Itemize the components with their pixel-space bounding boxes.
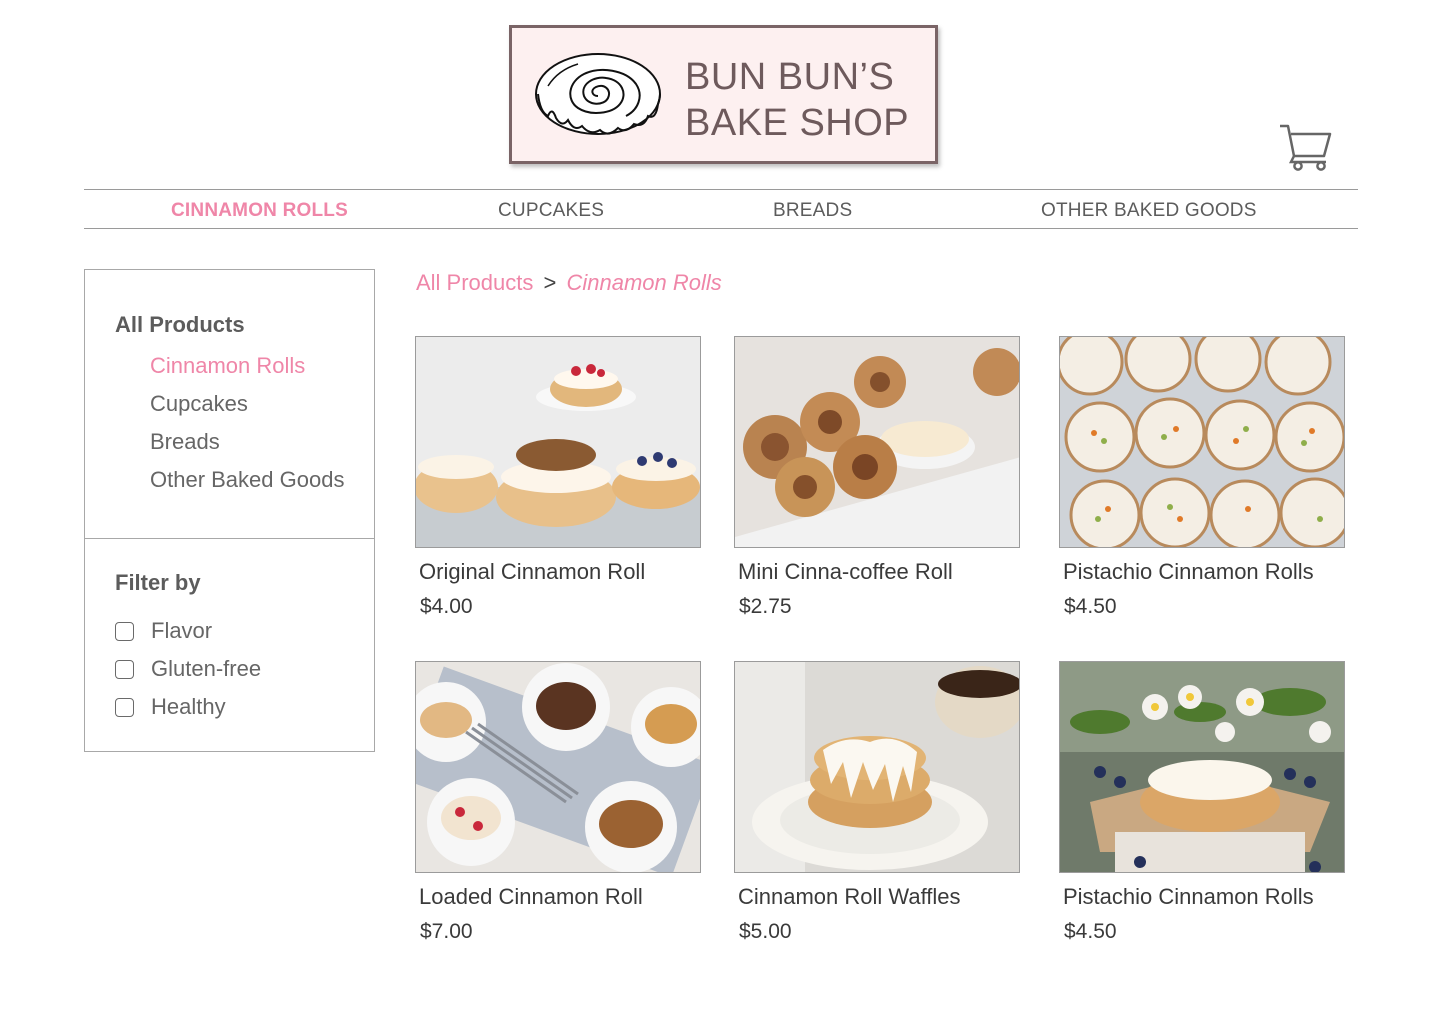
main-nav: CINNAMON ROLLS CUPCAKES BREADS OTHER BAK…	[84, 189, 1358, 229]
cinnamon-roll-icon	[535, 53, 661, 135]
nav-item-breads[interactable]: BREADS	[773, 200, 852, 222]
filter-label: Gluten-free	[151, 656, 262, 681]
shopping-cart-icon[interactable]	[1278, 122, 1332, 172]
nav-item-cupcakes[interactable]: CUPCAKES	[498, 200, 604, 222]
product-price: $2.75	[739, 595, 792, 618]
product-card[interactable]: Pistachio Cinnamon Rolls $4.50	[1059, 336, 1345, 618]
product-price: $5.00	[739, 920, 792, 943]
sidebar-item-other-baked-goods[interactable]: Other Baked Goods	[150, 467, 344, 493]
product-image[interactable]	[415, 661, 701, 873]
product-price: $4.50	[1064, 595, 1117, 618]
filter-label: Flavor	[151, 618, 213, 643]
product-card[interactable]: Original Cinnamon Roll $4.00	[415, 336, 701, 618]
breadcrumb-separator: >	[543, 270, 557, 295]
product-card[interactable]: Pistachio Cinnamon Rolls $4.50	[1059, 661, 1345, 943]
product-name[interactable]: Original Cinnamon Roll	[419, 559, 645, 585]
product-price: $7.00	[420, 920, 473, 943]
product-image[interactable]	[1059, 336, 1345, 548]
cinnamon-roll-photo	[1060, 662, 1344, 872]
filter-flavor[interactable]: Flavor	[115, 618, 212, 644]
sidebar-item-cinnamon-rolls[interactable]: Cinnamon Rolls	[150, 353, 305, 379]
waffle-photo	[735, 662, 1019, 872]
product-image[interactable]	[734, 336, 1020, 548]
brand-name-line1: BUN BUN’S	[685, 56, 895, 98]
flavor-checkbox[interactable]	[115, 621, 134, 641]
nav-item-other-baked-goods[interactable]: OTHER BAKED GOODS	[1041, 200, 1257, 222]
sidebar-divider	[85, 538, 374, 539]
filter-gluten-free[interactable]: Gluten-free	[115, 656, 261, 682]
healthy-checkbox[interactable]	[115, 697, 134, 717]
product-card[interactable]: Mini Cinna-coffee Roll $2.75	[734, 336, 1020, 618]
product-name[interactable]: Pistachio Cinnamon Rolls	[1063, 559, 1314, 585]
product-image[interactable]	[734, 661, 1020, 873]
product-card[interactable]: Cinnamon Roll Waffles $5.00	[734, 661, 1020, 943]
product-name[interactable]: Pistachio Cinnamon Rolls	[1063, 884, 1314, 910]
cinnamon-roll-photo	[416, 337, 700, 547]
sidebar-item-breads[interactable]: Breads	[150, 429, 220, 455]
product-price: $4.50	[1064, 920, 1117, 943]
product-card[interactable]: Loaded Cinnamon Roll $7.00	[415, 661, 701, 943]
product-price: $4.00	[420, 595, 473, 618]
breadcrumb-all-products[interactable]: All Products	[416, 270, 533, 295]
brand-name-line2: BAKE SHOP	[685, 102, 910, 144]
cinnamon-roll-photo	[416, 662, 700, 872]
product-image[interactable]	[1059, 661, 1345, 873]
sidebar-heading-all-products[interactable]: All Products	[115, 312, 245, 338]
product-image[interactable]	[415, 336, 701, 548]
filter-healthy[interactable]: Healthy	[115, 694, 226, 720]
breadcrumb: All Products > Cinnamon Rolls	[416, 270, 722, 296]
filter-heading: Filter by	[115, 570, 201, 595]
sidebar: All Products Cinnamon Rolls Cupcakes Bre…	[84, 269, 375, 752]
cinnamon-roll-photo	[1060, 337, 1344, 547]
sidebar-item-cupcakes[interactable]: Cupcakes	[150, 391, 248, 417]
product-name[interactable]: Cinnamon Roll Waffles	[738, 884, 961, 910]
product-name[interactable]: Mini Cinna-coffee Roll	[738, 559, 953, 585]
gluten-free-checkbox[interactable]	[115, 659, 134, 679]
cinnamon-roll-photo	[735, 337, 1019, 547]
brand-logo[interactable]: BUN BUN’S BAKE SHOP	[509, 25, 938, 164]
product-name[interactable]: Loaded Cinnamon Roll	[419, 884, 643, 910]
filter-label: Healthy	[151, 694, 226, 719]
breadcrumb-current: Cinnamon Rolls	[566, 270, 722, 295]
nav-item-cinnamon-rolls[interactable]: CINNAMON ROLLS	[171, 200, 348, 222]
